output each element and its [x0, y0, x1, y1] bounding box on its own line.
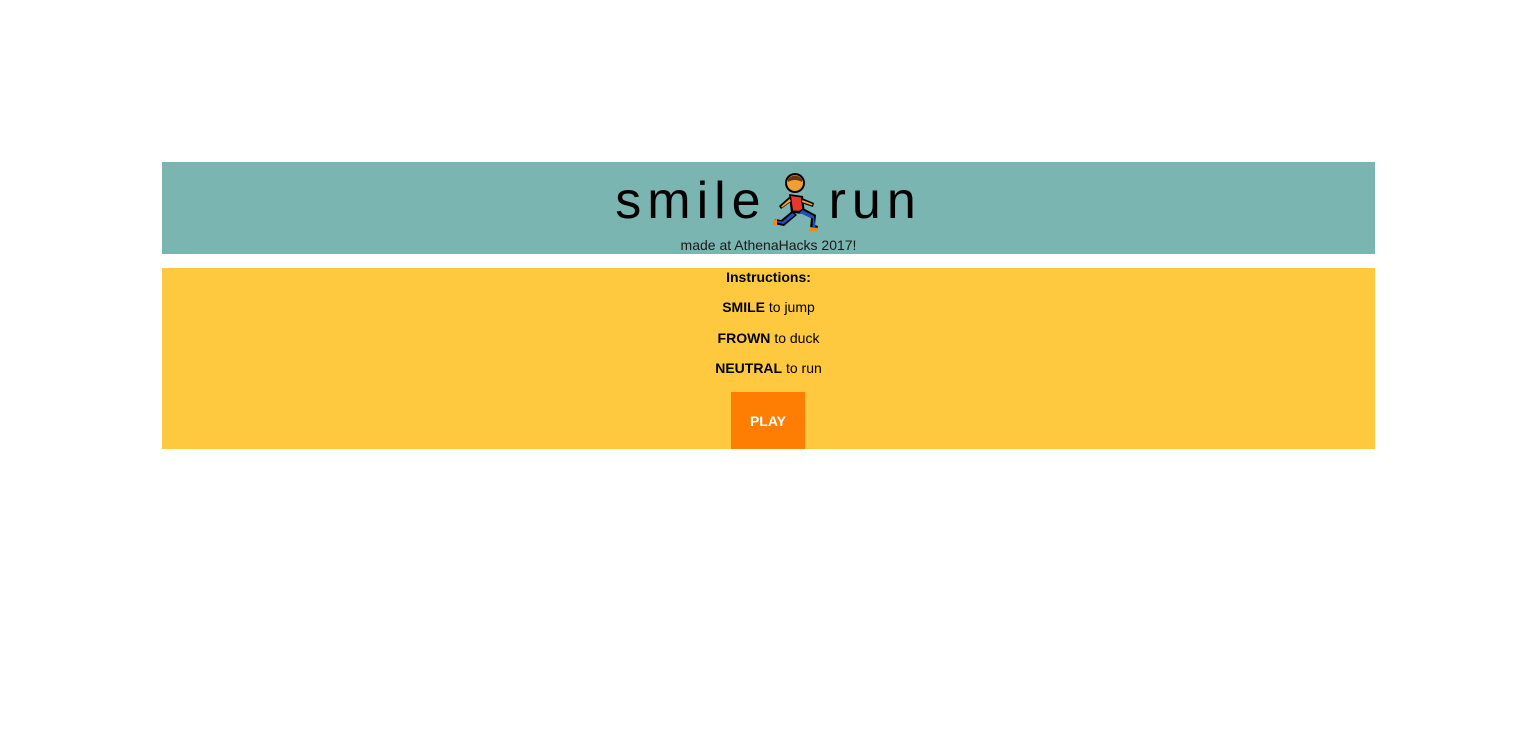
instruction-action: NEUTRAL: [715, 360, 783, 376]
instruction-result: to run: [785, 360, 822, 376]
instruction-neutral: NEUTRAL to run: [162, 359, 1375, 377]
title-word-run: run: [828, 172, 922, 230]
instruction-action: SMILE: [722, 299, 765, 315]
title-word-smile: smile: [615, 172, 767, 230]
instruction-result: to duck: [774, 330, 820, 346]
app-title: smile run: [162, 170, 1375, 232]
instructions-heading: Instructions:: [726, 269, 811, 285]
instruction-action: FROWN: [717, 330, 771, 346]
instructions-panel: Instructions: SMILE to jump FROWN to duc…: [162, 268, 1375, 449]
header-banner: smile run made at AthenaHacks 2017!: [162, 162, 1375, 254]
page: smile run made at AthenaHacks 2017! Inst…: [0, 0, 1536, 735]
instruction-smile: SMILE to jump: [162, 298, 1375, 316]
runner-icon: [771, 170, 823, 232]
instruction-frown: FROWN to duck: [162, 329, 1375, 347]
instruction-result: to jump: [768, 299, 815, 315]
tagline: made at AthenaHacks 2017!: [680, 237, 857, 253]
play-button[interactable]: PLAY: [731, 392, 805, 449]
